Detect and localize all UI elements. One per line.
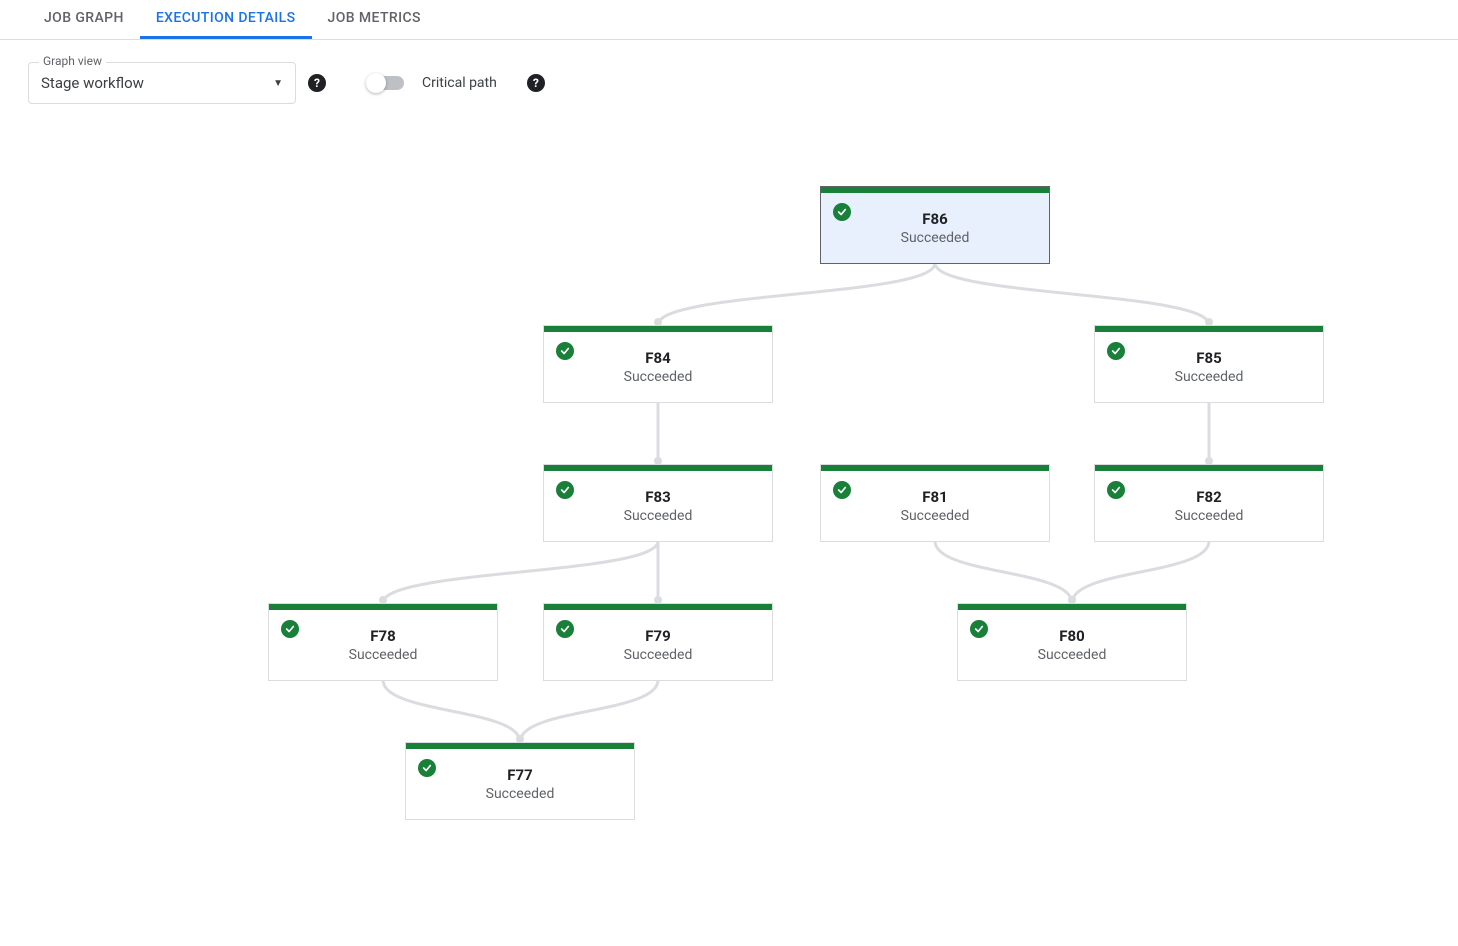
edge-F83-F78: [383, 541, 658, 603]
graph-view-value: Stage workflow: [41, 74, 273, 92]
edge-F86-F85: [935, 263, 1209, 325]
node-title: F80: [1059, 627, 1084, 645]
node-body: F85 Succeeded: [1095, 332, 1323, 402]
critical-path-label: Critical path: [422, 75, 497, 91]
node-title: F82: [1196, 488, 1221, 506]
edge-F78-F77: [383, 680, 520, 742]
success-check-icon: [556, 342, 574, 360]
graph-view-label: Graph view: [39, 54, 106, 68]
success-check-icon: [833, 203, 851, 221]
node-status: Succeeded: [1038, 647, 1107, 663]
tab-job-metrics[interactable]: JOB METRICS: [312, 0, 437, 39]
stage-node-f83[interactable]: F83 Succeeded: [543, 464, 773, 542]
node-body: F82 Succeeded: [1095, 471, 1323, 541]
node-body: F77 Succeeded: [406, 749, 634, 819]
node-status: Succeeded: [624, 647, 693, 663]
node-body: F78 Succeeded: [269, 610, 497, 680]
node-title: F77: [507, 766, 532, 784]
node-status: Succeeded: [1175, 369, 1244, 385]
tabs: JOB GRAPHEXECUTION DETAILSJOB METRICS: [0, 0, 1458, 40]
critical-path-toggle[interactable]: [368, 76, 404, 90]
stage-node-f86[interactable]: F86 Succeeded: [820, 186, 1050, 264]
node-title: F79: [645, 627, 670, 645]
controls-bar: Graph view Stage workflow ▼ ? Critical p…: [0, 40, 1458, 126]
success-check-icon: [1107, 481, 1125, 499]
stage-node-f79[interactable]: F79 Succeeded: [543, 603, 773, 681]
node-body: F80 Succeeded: [958, 610, 1186, 680]
node-status: Succeeded: [901, 508, 970, 524]
stage-node-f80[interactable]: F80 Succeeded: [957, 603, 1187, 681]
node-body: F84 Succeeded: [544, 332, 772, 402]
stage-workflow-graph: F86 Succeeded F84 Succeeded F85 Succeeded F83 S…: [0, 126, 1458, 946]
graph-view-select[interactable]: Graph view Stage workflow ▼: [28, 62, 296, 104]
node-status: Succeeded: [486, 786, 555, 802]
success-check-icon: [1107, 342, 1125, 360]
node-status: Succeeded: [624, 369, 693, 385]
node-title: F78: [370, 627, 395, 645]
node-title: F81: [922, 488, 947, 506]
node-body: F81 Succeeded: [821, 471, 1049, 541]
stage-node-f85[interactable]: F85 Succeeded: [1094, 325, 1324, 403]
edge-F79-F77: [520, 680, 658, 742]
stage-node-f81[interactable]: F81 Succeeded: [820, 464, 1050, 542]
node-title: F83: [645, 488, 670, 506]
node-body: F83 Succeeded: [544, 471, 772, 541]
stage-node-f78[interactable]: F78 Succeeded: [268, 603, 498, 681]
node-title: F86: [922, 210, 947, 228]
edge-F86-F84: [658, 263, 935, 325]
node-status: Succeeded: [901, 230, 970, 246]
success-check-icon: [833, 481, 851, 499]
edge-F81-F80: [935, 541, 1072, 603]
chevron-down-icon: ▼: [273, 78, 283, 89]
node-body: F86 Succeeded: [821, 193, 1049, 263]
node-status: Succeeded: [624, 508, 693, 524]
stage-node-f82[interactable]: F82 Succeeded: [1094, 464, 1324, 542]
node-body: F79 Succeeded: [544, 610, 772, 680]
help-icon[interactable]: ?: [308, 74, 326, 92]
success-check-icon: [556, 481, 574, 499]
success-check-icon: [970, 620, 988, 638]
help-icon[interactable]: ?: [527, 74, 545, 92]
success-check-icon: [418, 759, 436, 777]
success-check-icon: [556, 620, 574, 638]
stage-node-f77[interactable]: F77 Succeeded: [405, 742, 635, 820]
node-status: Succeeded: [1175, 508, 1244, 524]
success-check-icon: [281, 620, 299, 638]
toggle-knob: [366, 73, 386, 93]
tab-job-graph[interactable]: JOB GRAPH: [28, 0, 140, 39]
edge-F82-F80: [1072, 541, 1209, 603]
node-title: F85: [1196, 349, 1221, 367]
node-status: Succeeded: [349, 647, 418, 663]
node-title: F84: [645, 349, 670, 367]
stage-node-f84[interactable]: F84 Succeeded: [543, 325, 773, 403]
tab-execution-details[interactable]: EXECUTION DETAILS: [140, 0, 312, 39]
